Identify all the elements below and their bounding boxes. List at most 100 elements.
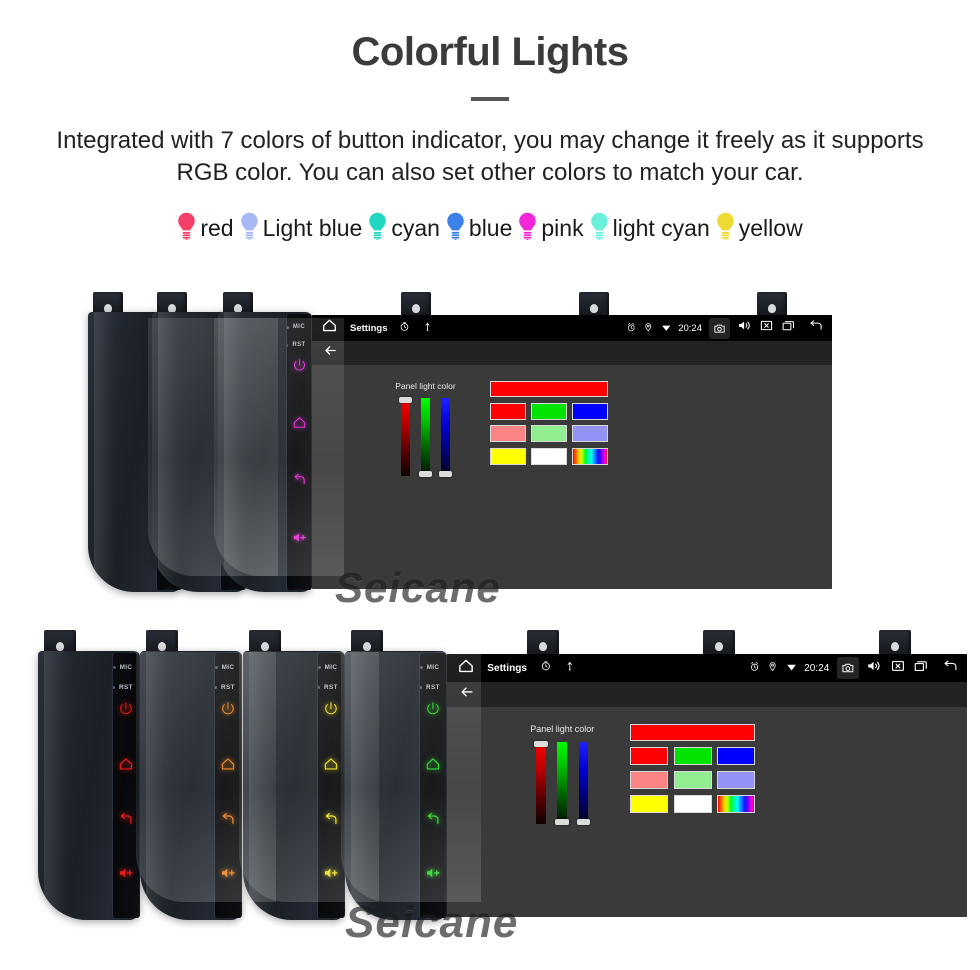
home-key[interactable] bbox=[425, 756, 441, 777]
color-swatch-1-0[interactable] bbox=[489, 425, 526, 442]
device-stack-top: MICRSTMICRSTMICRSTSettings20:24Panel lig… bbox=[0, 292, 980, 612]
home-key[interactable] bbox=[292, 415, 307, 435]
device-stack-bottom: MIC RST MIC RST MIC RST MIC RST Settings 20:24 Pan… bbox=[0, 630, 980, 947]
device-screen: Settings 20:24 Panel light color bbox=[312, 315, 832, 589]
color-swatch-2-2[interactable] bbox=[571, 447, 608, 465]
color-swatch-0-2[interactable] bbox=[717, 747, 756, 766]
back-key[interactable] bbox=[220, 811, 236, 832]
volume-button[interactable] bbox=[866, 658, 882, 679]
home-key[interactable] bbox=[323, 756, 339, 777]
app-bar bbox=[312, 341, 832, 365]
unit-magenta: MIC RST Settings 20:24 Panel light color bbox=[218, 292, 832, 592]
volume-up-key[interactable] bbox=[292, 530, 307, 550]
green-slider[interactable] bbox=[555, 741, 569, 826]
legend-item-light-blue: Light blue bbox=[240, 212, 363, 245]
color-swatch-1-1[interactable] bbox=[673, 770, 712, 789]
power-key[interactable] bbox=[323, 701, 339, 722]
home-key[interactable] bbox=[220, 756, 236, 777]
green-slider[interactable] bbox=[418, 398, 432, 477]
status-home-button[interactable] bbox=[457, 657, 475, 680]
color-swatch-0-0[interactable] bbox=[489, 402, 526, 420]
volume-up-key[interactable] bbox=[323, 865, 339, 886]
panel-light-color-section: Panel light color bbox=[395, 381, 608, 477]
page-title: Colorful Lights bbox=[351, 30, 629, 74]
status-alarm-icon bbox=[626, 319, 637, 337]
color-swatch-1-2[interactable] bbox=[717, 770, 756, 789]
home-key[interactable] bbox=[118, 756, 134, 777]
color-swatch-0-0[interactable] bbox=[630, 747, 669, 766]
power-key[interactable] bbox=[118, 701, 134, 722]
back-key[interactable] bbox=[118, 811, 134, 832]
back-button[interactable] bbox=[942, 658, 958, 679]
status-wifi-icon bbox=[786, 659, 797, 677]
color-swatch-2-0[interactable] bbox=[489, 447, 526, 465]
volume-down-key[interactable] bbox=[292, 587, 307, 590]
color-swatch-0-1[interactable] bbox=[673, 747, 712, 766]
color-swatch-2-2[interactable] bbox=[717, 794, 756, 813]
legend-label: Light blue bbox=[262, 215, 363, 242]
status-wifi-icon bbox=[661, 319, 672, 337]
color-swatch-1-0[interactable] bbox=[630, 770, 669, 789]
back-key[interactable] bbox=[292, 472, 307, 492]
mic-label: MIC bbox=[420, 663, 440, 671]
back-key[interactable] bbox=[323, 811, 339, 832]
color-swatch-0-2[interactable] bbox=[571, 402, 608, 420]
power-key[interactable] bbox=[292, 358, 307, 378]
red-slider-handle[interactable] bbox=[534, 740, 548, 748]
red-slider[interactable] bbox=[398, 397, 412, 476]
reset-label: RST bbox=[420, 683, 440, 691]
green-slider-handle[interactable] bbox=[418, 471, 432, 477]
recents-button[interactable] bbox=[781, 318, 796, 338]
status-home-button[interactable] bbox=[321, 317, 338, 339]
recents-button[interactable] bbox=[913, 658, 929, 679]
power-key[interactable] bbox=[425, 701, 441, 722]
back-arrow-icon bbox=[323, 811, 339, 832]
app-back-button[interactable] bbox=[459, 684, 475, 705]
color-swatch-2-1[interactable] bbox=[530, 447, 567, 465]
color-swatch-1-2[interactable] bbox=[571, 425, 608, 442]
bulb-icon bbox=[590, 212, 609, 245]
screenshot-button[interactable] bbox=[836, 657, 859, 680]
legend-label: blue bbox=[468, 215, 513, 242]
legend-label: pink bbox=[541, 215, 584, 242]
volume-down-icon bbox=[292, 587, 307, 590]
volume-up-icon bbox=[118, 865, 134, 886]
legend-label: red bbox=[200, 215, 234, 242]
blue-slider-handle[interactable] bbox=[438, 471, 452, 477]
red-slider-handle[interactable] bbox=[398, 397, 412, 403]
close-button[interactable] bbox=[759, 318, 774, 338]
blue-slider[interactable] bbox=[438, 398, 452, 477]
home-icon bbox=[292, 415, 307, 435]
color-swatch-2-0[interactable] bbox=[630, 794, 669, 813]
status-clock: 20:24 bbox=[804, 662, 830, 674]
unit-green: MIC RST Settings 20:24 Panel light color bbox=[345, 630, 967, 920]
panel-light-color-label: Panel light color bbox=[395, 381, 456, 391]
close-button[interactable] bbox=[890, 658, 906, 679]
volume-up-icon bbox=[220, 865, 236, 886]
color-swatch-0-1[interactable] bbox=[530, 402, 567, 420]
blue-slider[interactable] bbox=[576, 741, 591, 826]
status-bar-title: Settings bbox=[350, 322, 388, 334]
screenshot-button[interactable] bbox=[709, 317, 730, 339]
color-swatch-1-1[interactable] bbox=[530, 425, 567, 442]
power-key[interactable] bbox=[220, 701, 236, 722]
app-back-button[interactable] bbox=[323, 343, 338, 363]
red-slider[interactable] bbox=[534, 740, 548, 825]
volume-up-key[interactable] bbox=[118, 865, 134, 886]
volume-up-key[interactable] bbox=[220, 865, 236, 886]
color-swatch-2-1[interactable] bbox=[673, 794, 712, 813]
status-clock-icon bbox=[399, 319, 410, 337]
volume-up-key[interactable] bbox=[425, 865, 441, 886]
status-clock-icon bbox=[540, 659, 552, 677]
back-button[interactable] bbox=[808, 318, 823, 338]
back-key[interactable] bbox=[425, 811, 441, 832]
mic-label: MIC bbox=[287, 324, 306, 330]
unit-red: MIC RST bbox=[38, 630, 140, 920]
bulb-icon bbox=[368, 212, 387, 245]
app-bar bbox=[447, 681, 967, 708]
green-slider-handle[interactable] bbox=[555, 819, 569, 826]
blue-slider-handle[interactable] bbox=[576, 819, 591, 826]
volume-button[interactable] bbox=[737, 318, 752, 338]
legend-label: yellow bbox=[738, 215, 803, 242]
page-description: Integrated with 7 colors of button indic… bbox=[56, 127, 924, 186]
